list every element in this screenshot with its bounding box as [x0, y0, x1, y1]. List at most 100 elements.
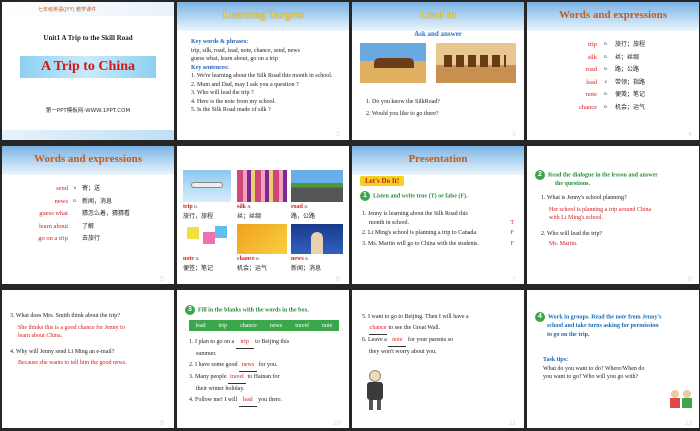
vocab-row: note n. 便笺；笔记 — [527, 90, 699, 103]
instruction-text: the questions. — [555, 181, 591, 187]
part-of-speech: n. — [604, 92, 608, 97]
slide-header: Learning Targets — [177, 2, 349, 31]
vocab-word: lead — [586, 78, 597, 86]
slide-6[interactable]: trip n. 旅行，旅程 silk n. 丝；丝绸 road n. 路，公路 not… — [177, 146, 349, 284]
grade-badge: 七年级英语(JYY) 教学课件 — [38, 7, 97, 13]
vocab-row: go on a trip 去旅行 — [2, 234, 174, 247]
desert-camels-photo — [360, 43, 426, 83]
tf-item: 1. Jenny is learning about the Silk Road… — [362, 211, 468, 217]
blank-answer: trip — [235, 337, 254, 349]
slide-11[interactable]: 5. I want to go to Beijing. Then I will … — [352, 290, 524, 428]
vocab-row: learn about 了解 — [2, 222, 174, 235]
lets-do-it-banner: Let's Do It! — [360, 176, 405, 186]
instruction-text: Work in groups. Read the note from Jenny… — [548, 314, 662, 321]
item-text: their winter holiday. — [196, 386, 245, 392]
slide-sorter: 七年级英语(JYY) 教学课件 Unit1 A Trip to the Skil… — [0, 0, 700, 431]
slide-1[interactable]: 七年级英语(JYY) 教学课件 Unit1 A Trip to the Skil… — [2, 2, 174, 140]
word-box-item: news — [269, 322, 283, 329]
fill-item: 3. Many people travel to Hainan for — [189, 372, 345, 384]
sentence: 5. Is the Silk Road made of silk ? — [191, 107, 271, 113]
word-box-item: chance — [240, 322, 257, 329]
silk-fabric-photo — [237, 170, 287, 202]
fill-blank-items: 5. I want to go to Beijing. Then I will … — [362, 312, 518, 358]
slide-number: 7 — [512, 276, 516, 283]
instruction-text: school and take turns asking for permiss… — [547, 323, 659, 329]
part-of-speech: n. — [247, 205, 252, 210]
slide-4[interactable]: Words and expressions trip n. 旅行；旅程 silk n.… — [527, 2, 699, 140]
item-text: summer. — [196, 351, 217, 357]
item-text: to Beijing this — [255, 339, 290, 345]
vocab-row: news n. 新闻，消息 — [2, 197, 174, 210]
item-text: for you. — [258, 362, 278, 368]
item-text: 4. Follow me! I will — [189, 397, 238, 403]
slide-5[interactable]: Words and expressions send v. 寄；送 news n. 新闻… — [2, 146, 174, 284]
slide-7[interactable]: Presentation Let's Do It! 1 Listen and wr… — [352, 146, 524, 284]
part-of-speech — [68, 222, 82, 235]
vocab-row: chance n. 机会；运气 — [527, 103, 699, 116]
step-number: 3 — [185, 305, 195, 315]
vocab-meaning: 机会；运气 — [615, 103, 646, 111]
vocab-word: road — [291, 204, 303, 210]
answer: learn about China. — [18, 333, 63, 339]
item-text: for your parents so — [407, 337, 453, 343]
item-text: 1. I plan to go on a — [189, 339, 235, 345]
question: 3. What does Mrs. Smith think about the … — [10, 313, 120, 319]
slide-10[interactable]: 3 Fill in the blanks with the words in th… — [177, 290, 349, 428]
vocab-meaning: 寄；送 — [82, 185, 101, 192]
slide-12[interactable]: 4 Work in groups. Read the note from Jenn… — [527, 290, 699, 428]
slide-3[interactable]: Lead in Ask and answer 1. Do you know th… — [352, 2, 524, 140]
instruction: 3 Fill in the blanks with the words in th… — [185, 305, 309, 315]
part-of-speech: n. — [194, 205, 198, 210]
step-number: 4 — [535, 312, 545, 322]
sentence: 2. Mum and Dad, may I ask you a question… — [191, 81, 299, 88]
teacher-cartoon — [364, 370, 386, 412]
item-text: 2. I have some good — [189, 362, 238, 368]
instruction: 1 Listen and write true (T) or false (F). — [360, 191, 468, 201]
vocab-word: chance — [237, 256, 255, 262]
blank-answer: lead — [238, 395, 257, 407]
fill-item: chance to see the Great Wall. — [362, 323, 518, 335]
question: 4. Why will Jenny send Li Ming an e-mail… — [10, 348, 115, 355]
vocab-meaning: 了解 — [82, 222, 95, 230]
keywords-heading: Key words & phrases: — [191, 39, 249, 45]
vocab-word: guess what — [39, 210, 68, 217]
vocab-meaning: 丝；丝绸 — [615, 53, 640, 61]
part-of-speech: n. — [304, 205, 309, 210]
slide-subtitle: Ask and answer — [414, 30, 462, 38]
vocab-word: news — [54, 197, 68, 205]
questions: 1. Do you know the SilkRoad? 2. Would yo… — [366, 98, 440, 118]
vocab-meaning: 便签；笔记 — [183, 264, 214, 272]
instruction: 4 Work in groups. Read the note from Jenn… — [535, 312, 695, 339]
slide-title: Learning Targets — [222, 9, 304, 21]
vocab-meaning: 丝；丝绸 — [237, 212, 262, 220]
tips-text: you want to go? Who will you go with? — [543, 374, 639, 380]
slide-number: 12 — [685, 420, 693, 427]
qa-list: 3. What does Mrs. Smith think about the … — [10, 312, 170, 368]
answer: Her school is planning a trip around Chi… — [549, 206, 652, 213]
slide-9[interactable]: 3. What does Mrs. Smith think about the … — [2, 290, 174, 428]
word-box-item: note — [322, 322, 333, 329]
vocab-list: trip n. 旅行；旅程 silk n. 丝；丝绸 road n. 路；公路 lead v.… — [527, 40, 699, 115]
fill-item: 6. Leave a note for your parents so — [362, 335, 518, 347]
question: 2. Would you like to go there? — [366, 110, 439, 117]
footer-band — [2, 130, 174, 140]
slide-title: Words and expressions — [34, 153, 142, 165]
tf-item: 2. Li Ming's school is planning a trip t… — [362, 229, 518, 238]
vocab-word: silk — [237, 204, 247, 210]
vocab-meaning: 旅行，旅程 — [183, 212, 214, 220]
slide-number: 4 — [688, 131, 692, 138]
vocab-word: news — [291, 256, 304, 262]
tf-item-cont: month in school. T — [362, 219, 518, 228]
word-box-item: trip — [218, 322, 227, 329]
sentence: 1. We're learning about the Silk Road th… — [191, 73, 333, 79]
answer: Ms. Martin. — [549, 241, 578, 247]
vocab-row: road n. 路；公路 — [527, 65, 699, 78]
instruction-text: Read the dialogue in the lesson and answ… — [548, 172, 658, 179]
part-of-speech: v. — [604, 79, 608, 85]
part-of-speech: n. — [604, 67, 608, 72]
sentence: 4. Here is the note from my school. — [191, 98, 276, 105]
slide-header: Words and expressions — [2, 146, 174, 175]
slide-2[interactable]: Learning Targets Key words & phrases: tr… — [177, 2, 349, 140]
slide-8[interactable]: 2 Read the dialogue in the lesson and ans… — [527, 146, 699, 284]
vocab-list: send v. 寄；送 news n. 新闻，消息 guess what 猜怎么着，猜猜看… — [2, 184, 174, 247]
